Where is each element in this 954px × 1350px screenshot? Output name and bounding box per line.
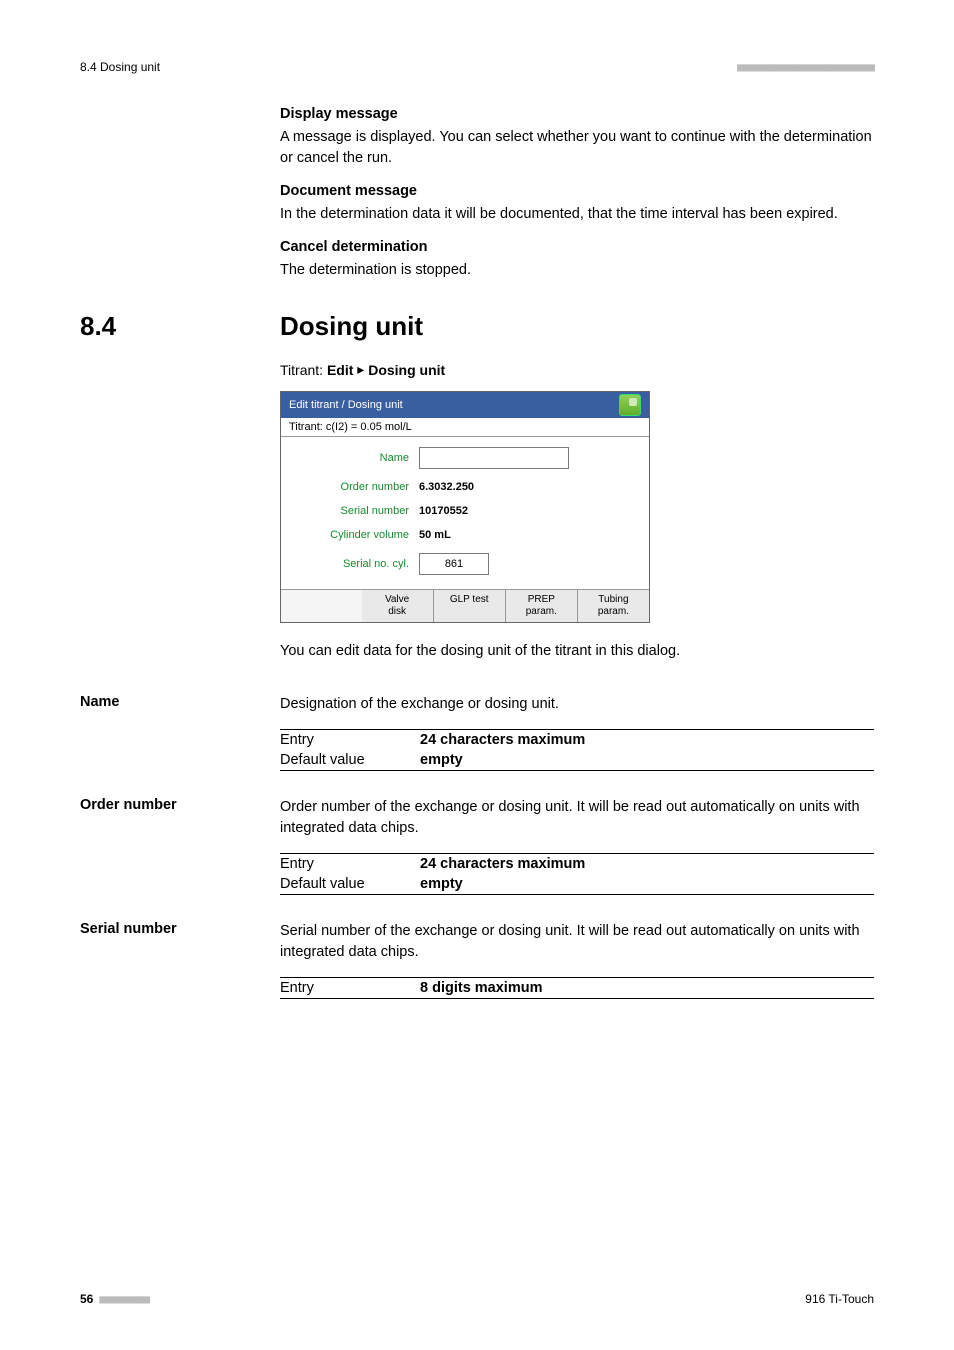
entry-value: 24 characters maximum bbox=[420, 730, 874, 751]
name-desc: Designation of the exchange or dosing un… bbox=[280, 694, 874, 715]
serial-no-cyl-input[interactable]: 861 bbox=[419, 553, 489, 575]
serial-number-value: 10170552 bbox=[419, 505, 468, 517]
dialog-footer: Valve disk GLP test PREP param. Tubing p… bbox=[281, 589, 649, 622]
dialog-subtitle: Titrant: c(I2) = 0.05 mol/L bbox=[281, 418, 649, 437]
name-prop-table: Entry 24 characters maximum Default valu… bbox=[280, 729, 874, 771]
page-header: 8.4 Dosing unit ■■■■■■■■■■■■■■■■■■■■■■ bbox=[80, 60, 874, 74]
section-heading: 8.4 Dosing unit bbox=[80, 311, 874, 342]
entry-value: 8 digits maximum bbox=[420, 978, 874, 999]
breadcrumb-dosing: Dosing unit bbox=[368, 362, 445, 378]
prep-param-button[interactable]: PREP param. bbox=[506, 590, 578, 622]
order-number-label: Order number bbox=[289, 481, 419, 493]
document-message-title: Document message bbox=[280, 181, 874, 202]
document-message-text: In the determination data it will be doc… bbox=[280, 204, 874, 225]
glp-test-button[interactable]: GLP test bbox=[434, 590, 506, 622]
table-row: Default value empty bbox=[280, 874, 874, 895]
serial-desc: Serial number of the exchange or dosing … bbox=[280, 921, 874, 963]
entry-key: Entry bbox=[280, 730, 420, 751]
name-input[interactable] bbox=[419, 447, 569, 469]
footer-dashes: ■■■■■■■■ bbox=[99, 1292, 149, 1306]
serial-no-cyl-label: Serial no. cyl. bbox=[289, 558, 419, 570]
after-figure-text: You can edit data for the dosing unit of… bbox=[280, 641, 874, 662]
dosing-unit-dialog: Edit titrant / Dosing unit Titrant: c(I2… bbox=[280, 391, 650, 623]
cylinder-volume-value: 50 mL bbox=[419, 529, 451, 541]
tubing-param-button[interactable]: Tubing param. bbox=[578, 590, 649, 622]
entry-key: Entry bbox=[280, 978, 420, 999]
header-dashes: ■■■■■■■■■■■■■■■■■■■■■■ bbox=[737, 60, 874, 74]
breadcrumb-prefix: Titrant: bbox=[280, 362, 327, 378]
breadcrumb-edit: Edit bbox=[327, 362, 353, 378]
default-key: Default value bbox=[280, 750, 420, 771]
name-side-label: Name bbox=[80, 694, 280, 710]
page-number: 56 bbox=[80, 1292, 93, 1306]
serial-number-label: Serial number bbox=[289, 505, 419, 517]
cancel-title: Cancel determination bbox=[280, 237, 874, 258]
cancel-text: The determination is stopped. bbox=[280, 260, 874, 281]
table-row: Entry 24 characters maximum bbox=[280, 854, 874, 875]
serial-prop-table: Entry 8 digits maximum bbox=[280, 977, 874, 999]
cylinder-volume-label: Cylinder volume bbox=[289, 529, 419, 541]
serial-side-label: Serial number bbox=[80, 921, 280, 937]
table-row: Entry 8 digits maximum bbox=[280, 978, 874, 999]
header-left: 8.4 Dosing unit bbox=[80, 60, 160, 74]
section-number: 8.4 bbox=[80, 311, 280, 342]
default-key: Default value bbox=[280, 874, 420, 895]
dialog-titlebar: Edit titrant / Dosing unit bbox=[281, 392, 649, 418]
order-number-value: 6.3032.250 bbox=[419, 481, 474, 493]
chevron-right-icon: ▸ bbox=[357, 361, 364, 378]
order-side-label: Order number bbox=[80, 797, 280, 813]
entry-value: 24 characters maximum bbox=[420, 854, 874, 875]
order-desc: Order number of the exchange or dosing u… bbox=[280, 797, 874, 839]
name-label: Name bbox=[289, 452, 419, 464]
display-message-title: Display message bbox=[280, 104, 874, 125]
table-row: Entry 24 characters maximum bbox=[280, 730, 874, 751]
valve-disk-button[interactable]: Valve disk bbox=[362, 590, 434, 622]
default-value: empty bbox=[420, 750, 874, 771]
order-prop-table: Entry 24 characters maximum Default valu… bbox=[280, 853, 874, 895]
display-message-text: A message is displayed. You can select w… bbox=[280, 127, 874, 169]
default-value: empty bbox=[420, 874, 874, 895]
footer-right: 916 Ti-Touch bbox=[805, 1292, 874, 1306]
section-title: Dosing unit bbox=[280, 311, 423, 342]
footer-spacer bbox=[281, 590, 362, 622]
page-footer: 56 ■■■■■■■■ 916 Ti-Touch bbox=[80, 1292, 874, 1306]
breadcrumb: Titrant: Edit ▸ Dosing unit bbox=[280, 362, 874, 379]
home-icon[interactable] bbox=[619, 394, 641, 416]
dialog-title: Edit titrant / Dosing unit bbox=[289, 399, 403, 411]
table-row: Default value empty bbox=[280, 750, 874, 771]
entry-key: Entry bbox=[280, 854, 420, 875]
